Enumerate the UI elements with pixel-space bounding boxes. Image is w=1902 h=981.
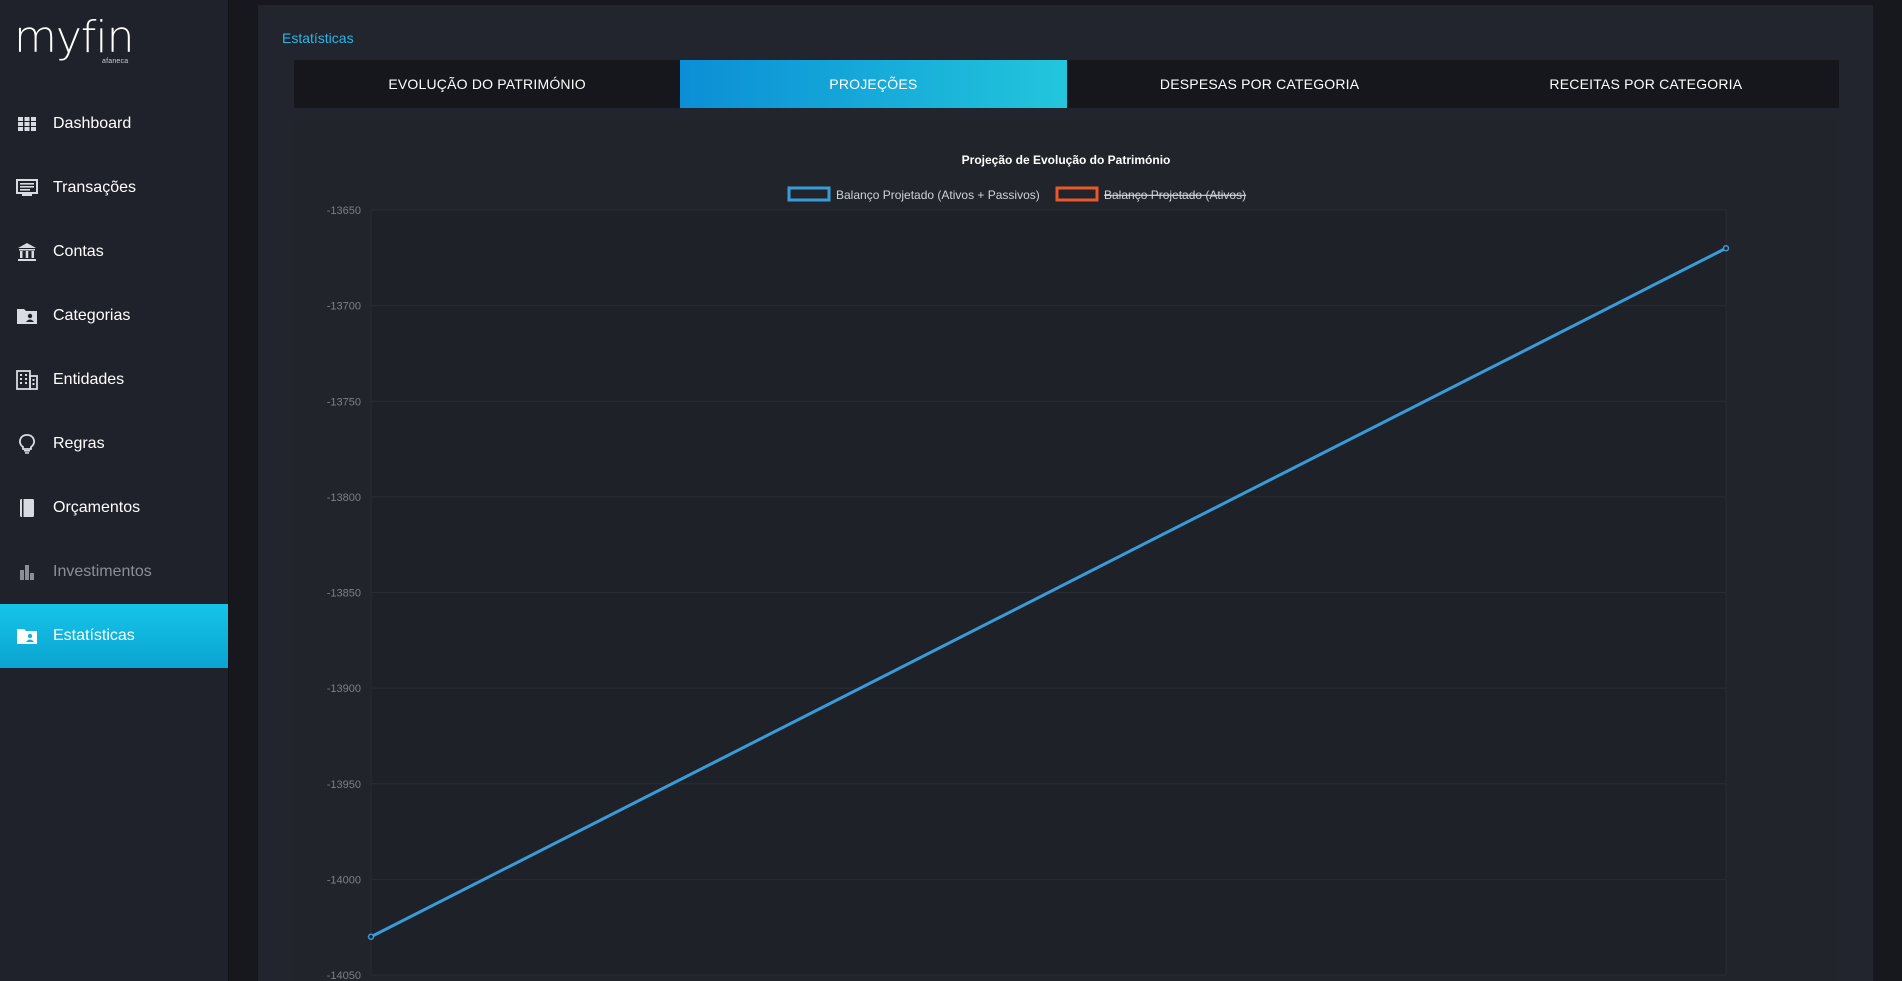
sidebar-item-label: Entidades — [53, 371, 125, 388]
sidebar-item-entidades[interactable]: Entidades — [0, 348, 228, 412]
legend-swatch — [1055, 186, 1099, 202]
sidebar-item-dashboard[interactable]: Dashboard — [0, 92, 228, 156]
y-tick-label: -13850 — [327, 588, 361, 600]
y-tick-label: -14050 — [327, 970, 361, 981]
y-tick-label: -13800 — [327, 492, 361, 504]
bar-chart-icon — [15, 560, 39, 584]
legend-label: Balanço Projetado (Ativos) — [1104, 188, 1246, 202]
tab-receitas-por-categoria[interactable]: RECEITAS POR CATEGORIA — [1453, 60, 1839, 108]
folder-user-icon — [15, 624, 39, 648]
sidebar-item-categorias[interactable]: Categorias — [0, 284, 228, 348]
breadcrumb[interactable]: Estatísticas — [282, 30, 354, 46]
y-tick-label: -13650 — [327, 205, 361, 217]
lightbulb-icon — [15, 432, 39, 456]
book-icon — [15, 496, 39, 520]
sidebar-item-label: Transações — [53, 179, 136, 196]
sidebar-item-contas[interactable]: Contas — [0, 220, 228, 284]
tab-projecoes[interactable]: PROJEÇÕES — [680, 60, 1067, 108]
sidebar-item-label: Categorias — [53, 307, 131, 324]
projection-chart: Projeção de Evolução do Património Balan… — [327, 153, 1730, 981]
building-icon — [15, 368, 39, 392]
sidebar-item-label: Investimentos — [53, 563, 152, 580]
legend-swatch — [787, 186, 831, 202]
bank-icon — [15, 240, 39, 264]
chart-legend: Balanço Projetado (Ativos + Passivos) Bal… — [787, 186, 1246, 202]
sidebar-item-estatisticas[interactable]: Estatísticas — [0, 604, 228, 668]
folder-user-icon — [15, 304, 39, 328]
sidebar-item-regras[interactable]: Regras — [0, 412, 228, 476]
sidebar-item-investimentos[interactable]: Investimentos — [0, 540, 228, 604]
sidebar-item-label: Estatísticas — [53, 627, 135, 644]
sidebar-item-label: Dashboard — [53, 115, 132, 132]
sidebar-item-label: Regras — [53, 435, 105, 452]
logo-text: myfin — [14, 12, 135, 63]
sidebar: myfin afaneca Dashboard Transações Conta… — [0, 0, 229, 981]
sidebar-item-label: Orçamentos — [53, 499, 141, 516]
legend-label: Balanço Projetado (Ativos + Passivos) — [836, 188, 1040, 202]
list-icon — [15, 176, 39, 200]
main-content: Estatísticas EVOLUÇÃO DO PATRIMÓNIO PROJ… — [258, 5, 1873, 981]
sidebar-item-label: Contas — [53, 243, 104, 260]
chart-title: Projeção de Evolução do Património — [962, 153, 1171, 167]
data-point — [1722, 245, 1730, 252]
y-axis: -13650 -13700 -13750 -13800 -13850 -13900 -139… — [327, 205, 361, 981]
chart-panel: Projeção de Evolução do Património Balan… — [294, 120, 1839, 981]
sidebar-item-transacoes[interactable]: Transações — [0, 156, 228, 220]
sidebar-nav: Dashboard Transações Contas Categorias E… — [0, 92, 228, 668]
tab-bar: EVOLUÇÃO DO PATRIMÓNIO PROJEÇÕES DESPESA… — [294, 60, 1839, 108]
y-tick-label: -13700 — [327, 301, 361, 313]
data-point — [367, 933, 375, 940]
y-tick-label: -13750 — [327, 396, 361, 408]
sidebar-item-orcamentos[interactable]: Orçamentos — [0, 476, 228, 540]
y-tick-label: -13900 — [327, 683, 361, 695]
tab-evolucao-patrimonio[interactable]: EVOLUÇÃO DO PATRIMÓNIO — [294, 60, 680, 108]
tab-despesas-por-categoria[interactable]: DESPESAS POR CATEGORIA — [1067, 60, 1453, 108]
y-tick-label: -13950 — [327, 779, 361, 791]
logo-subtitle: afaneca — [102, 58, 129, 65]
y-tick-label: -14000 — [327, 874, 361, 886]
grid-icon — [15, 112, 39, 136]
app-logo[interactable]: myfin afaneca — [14, 14, 154, 70]
